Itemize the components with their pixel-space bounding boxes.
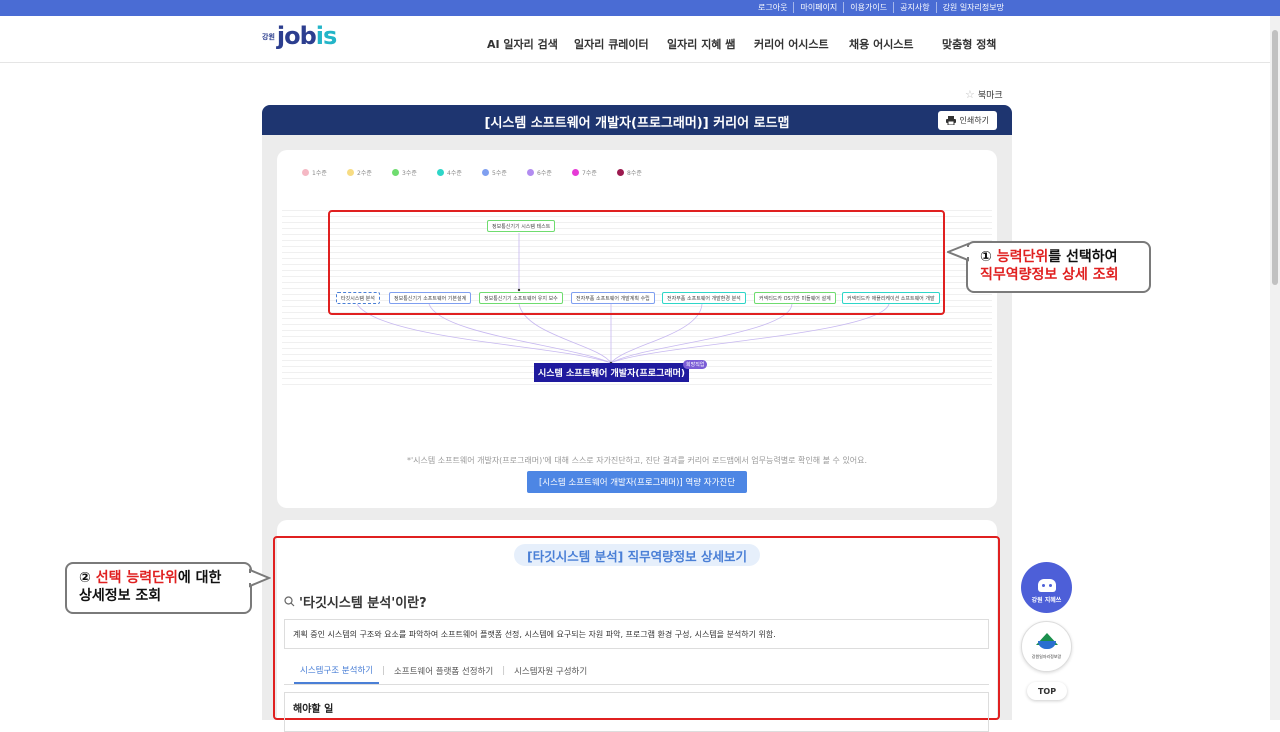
- todo-section: 해야할 일: [284, 692, 989, 732]
- legend-item: 3수준: [392, 168, 437, 177]
- tab-separator: |: [382, 666, 385, 676]
- scroll-top-button[interactable]: TOP: [1027, 682, 1067, 700]
- gangwon-jobs-link[interactable]: 강원 일자리정보망: [935, 2, 1010, 13]
- legend-dot: [347, 169, 354, 176]
- printer-icon: [945, 116, 956, 125]
- assistant-label: 강원 지혜쓰: [1031, 597, 1062, 604]
- legend-dot: [437, 169, 444, 176]
- target-job-node[interactable]: 시스템 소프트웨어 개발자(프로그래머): [534, 363, 689, 382]
- gangwon-emblem-icon: [1035, 633, 1058, 651]
- tabs-divider: [284, 684, 989, 685]
- nav-job-wisdom[interactable]: 일자리 지혜 쌤: [667, 36, 754, 52]
- scrollbar-thumb[interactable]: [1272, 30, 1278, 285]
- logout-link[interactable]: 로그아웃: [752, 2, 793, 13]
- nav-career-assist[interactable]: 커리어 어시스트: [754, 36, 849, 52]
- legend-item: 4수준: [437, 168, 482, 177]
- legend-dot: [572, 169, 579, 176]
- callout-step-2: ② 선택 능력단위에 대한 상세정보 조회: [65, 562, 252, 614]
- gov-label: 강원일자리정보망: [1031, 654, 1062, 659]
- gangwon-emblem-button[interactable]: 강원일자리정보망: [1021, 621, 1072, 672]
- tab-separator: |: [502, 666, 506, 676]
- top-utility-bar: 로그아웃 마이페이지 이용가이드 공지사항 강원 일자리정보망: [0, 0, 1280, 16]
- bookmark-label: 북마크: [977, 91, 1003, 101]
- level-legend: 1수준 2수준 3수준 4수준 5수준 6수준 7수준 8수준: [302, 168, 662, 177]
- tab-system-structure[interactable]: 시스템구조 분석하기: [294, 664, 380, 684]
- star-icon: ☆: [965, 88, 975, 101]
- magnifier-icon: [284, 596, 295, 607]
- desired-job-badge: 희망직업: [683, 360, 708, 369]
- legend-dot: [302, 169, 309, 176]
- callout-step-1: ① 능력단위를 선택하여 직무역량정보 상세 조회: [966, 241, 1151, 293]
- site-logo[interactable]: 강원 jobis: [262, 22, 337, 50]
- element-tabs: 시스템구조 분석하기 | 소프트웨어 플랫폼 선정하기 | 시스템자원 구성하기: [294, 664, 593, 684]
- page-title: [시스템 소프트웨어 개발자(프로그래머)] 커리어 로드맵: [484, 116, 790, 131]
- legend-dot: [482, 169, 489, 176]
- site-header: 강원 jobis AI 일자리 검색 일자리 큐레이터 일자리 지혜 쌤 커리어…: [0, 16, 1280, 63]
- nav-ai-job-search[interactable]: AI 일자리 검색: [487, 36, 574, 52]
- legend-item: 2수준: [347, 168, 392, 177]
- guide-link[interactable]: 이용가이드: [843, 2, 893, 13]
- legend-item: 5수준: [482, 168, 527, 177]
- logo-prefix: 강원: [262, 33, 275, 41]
- legend-item: 6수준: [527, 168, 572, 177]
- nav-job-curator[interactable]: 일자리 큐레이터: [574, 36, 667, 52]
- unit-description: 계획 중인 시스템의 구조와 요소를 파악하여 소프트웨어 플랫폼 선정, 시스…: [284, 619, 989, 649]
- robot-icon: [1037, 579, 1056, 592]
- annotation-box-roadmap: [328, 210, 945, 315]
- tab-software-platform[interactable]: 소프트웨어 플랫폼 선정하기: [388, 665, 499, 683]
- self-diagnosis-hint: *'시스템 소프트웨어 개발자(프로그래머)'에 대해 스스로 자가진단하고, …: [406, 456, 868, 465]
- logo-wordmark: jobis: [276, 22, 337, 50]
- legend-item: 8수준: [617, 168, 662, 177]
- unit-question-heading: '타깃시스템 분석'이란?: [284, 592, 427, 611]
- ai-assistant-button[interactable]: 강원 지혜쓰: [1021, 562, 1072, 613]
- legend-item: 1수준: [302, 168, 347, 177]
- callout-1-pointer: [947, 242, 969, 262]
- legend-item: 7수준: [572, 168, 617, 177]
- page-scrollbar[interactable]: [1270, 16, 1280, 720]
- legend-dot: [617, 169, 624, 176]
- legend-dot: [392, 169, 399, 176]
- callout-2-pointer: [249, 568, 271, 588]
- self-diagnosis-button[interactable]: [시스템 소프트웨어 개발자(프로그래머)] 역량 자가진단: [527, 471, 747, 493]
- print-button[interactable]: 인쇄하기: [937, 111, 997, 130]
- print-label: 인쇄하기: [959, 116, 989, 125]
- legend-dot: [527, 169, 534, 176]
- nav-hiring-assist[interactable]: 채용 어시스트: [849, 36, 942, 52]
- nav-custom-policy[interactable]: 맞춤형 정책: [942, 36, 996, 52]
- detail-section-title: [타깃시스템 분석] 직무역량정보 상세보기: [514, 544, 760, 566]
- bookmark-button[interactable]: ☆ 북마크: [965, 88, 1003, 101]
- roadmap-header: [시스템 소프트웨어 개발자(프로그래머)] 커리어 로드맵 인쇄하기: [262, 105, 1012, 135]
- mypage-link[interactable]: 마이페이지: [793, 2, 843, 13]
- tab-system-resources[interactable]: 시스템자원 구성하기: [508, 665, 593, 683]
- main-nav: AI 일자리 검색 일자리 큐레이터 일자리 지혜 쌤 커리어 어시스트 채용 …: [487, 36, 996, 52]
- notice-link[interactable]: 공지사항: [893, 2, 935, 13]
- utility-links: 로그아웃 마이페이지 이용가이드 공지사항 강원 일자리정보망: [752, 2, 1010, 13]
- todo-heading: 해야할 일: [293, 704, 334, 715]
